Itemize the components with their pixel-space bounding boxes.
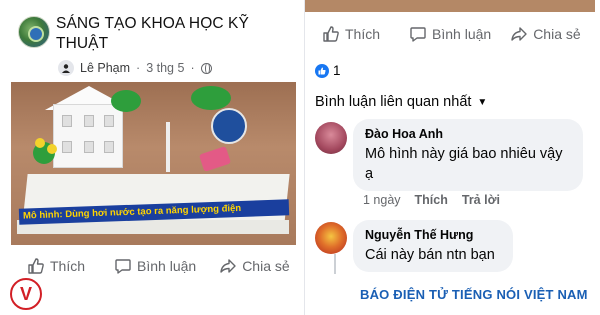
model-house — [53, 104, 123, 168]
comment-icon — [410, 26, 426, 42]
model-tank — [211, 108, 247, 144]
comment-label: Bình luận — [137, 258, 197, 274]
comment-bubble: Nguyễn Thế Hưng Cái này bán ntn bạn — [353, 220, 513, 272]
meta-separator: · — [190, 61, 195, 75]
thumbs-up-icon — [323, 26, 339, 42]
post-actions: Thích Bình luận Chia sẻ — [28, 258, 290, 274]
commenter-avatar[interactable] — [315, 222, 347, 254]
comment-reply-link[interactable]: Trả lời — [462, 193, 500, 207]
share-icon — [511, 26, 527, 42]
model-flower — [35, 138, 45, 148]
model-tree — [191, 86, 231, 110]
author-avatar[interactable] — [58, 60, 74, 76]
comment-button[interactable]: Bình luận — [115, 258, 196, 274]
model-window — [62, 115, 72, 127]
author-name[interactable]: Lê Phạm — [80, 61, 130, 75]
comment-label: Bình luận — [432, 26, 492, 42]
commenter-avatar[interactable] — [315, 122, 347, 154]
model-window — [104, 115, 114, 127]
post-panel: SÁNG TẠO KHOA HỌC KỸ THUẬT Lê Phạm · 3 t… — [0, 0, 304, 315]
comment-icon — [115, 258, 131, 274]
comment-time[interactable]: 1 ngày — [363, 193, 401, 207]
like-reaction-icon — [315, 63, 329, 78]
comment-text: Mô hình này giá bao nhiêu vậy ạ — [365, 146, 563, 182]
group-name[interactable]: SÁNG TẠO KHOA HỌC KỸ THUẬT — [56, 14, 292, 54]
commenter-name[interactable]: Đào Hoa Anh — [365, 126, 571, 142]
vov-logo: V — [10, 278, 42, 310]
model-window — [84, 141, 94, 153]
model-flower — [47, 144, 57, 154]
like-button[interactable]: Thích — [323, 26, 380, 42]
comment-bubble: Đào Hoa Anh Mô hình này giá bao nhiêu vậ… — [353, 119, 583, 191]
chevron-down-icon: ▼ — [477, 96, 488, 108]
brand-watermark: BÁO ĐIỆN TỬ TIẾNG NÓI VIỆT NAM — [360, 287, 588, 302]
share-button[interactable]: Chia sẻ — [511, 26, 581, 42]
commenter-name[interactable]: Nguyễn Thế Hưng — [365, 227, 501, 243]
share-label: Chia sẻ — [533, 26, 581, 42]
comment-text: Cái này bán ntn bạn — [365, 247, 495, 263]
sort-label: Bình luận liên quan nhất — [315, 94, 472, 110]
comment-like-link[interactable]: Thích — [415, 193, 448, 207]
comment-button[interactable]: Bình luận — [410, 26, 491, 42]
share-label: Chia sẻ — [242, 258, 290, 274]
model-window — [84, 115, 94, 127]
model-window — [62, 141, 72, 153]
comment-meta: 1 ngày Thích Trả lời — [363, 193, 500, 207]
post-meta: Lê Phạm · 3 thg 5 · — [58, 60, 212, 76]
like-button[interactable]: Thích — [28, 258, 85, 274]
like-label: Thích — [345, 26, 381, 42]
thread-line — [334, 254, 336, 274]
model-tree — [111, 90, 141, 112]
like-label: Thích — [50, 258, 86, 274]
comments-panel: Thích Bình luận Chia sẻ 1 Bình luận liên… — [305, 0, 600, 315]
detail-actions: Thích Bình luận Chia sẻ — [323, 26, 581, 42]
reaction-count: 1 — [333, 63, 341, 78]
reaction-summary[interactable]: 1 — [315, 63, 341, 78]
meta-separator: · — [136, 61, 141, 75]
model-pole — [166, 122, 170, 172]
post-time[interactable]: 3 thg 5 — [146, 61, 184, 75]
comment-sort-dropdown[interactable]: Bình luận liên quan nhất ▼ — [315, 94, 487, 110]
vov-logo-letter: V — [19, 283, 32, 304]
thumbs-up-icon — [28, 258, 44, 274]
share-button[interactable]: Chia sẻ — [220, 258, 290, 274]
share-icon — [220, 258, 236, 274]
post-photo[interactable]: Mô hình: Dùng hơi nước tạo ra năng lượng… — [11, 82, 296, 245]
photo-strip — [305, 0, 595, 12]
globe-icon — [200, 62, 212, 74]
model-window — [104, 141, 114, 153]
model-paper-piece — [198, 146, 232, 172]
group-avatar[interactable] — [18, 16, 50, 48]
